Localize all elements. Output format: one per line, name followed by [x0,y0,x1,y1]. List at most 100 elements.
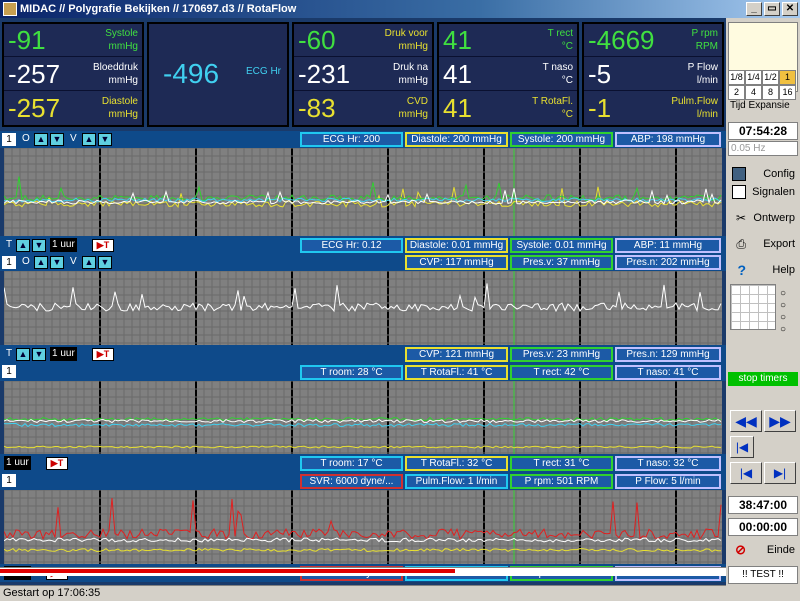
zoom-1[interactable]: 1 [779,70,796,85]
graph-2[interactable] [4,271,722,345]
pres-n-min-tag[interactable]: Pres.n: 129 mmHg [615,347,721,362]
scale-down-button[interactable]: ▼ [98,133,112,146]
forward-button[interactable]: ▶▶ [764,410,796,432]
offset-down-button[interactable]: ▼ [50,133,64,146]
ecg-hr-min-tag[interactable]: ECG Hr: 0.12 [300,238,403,253]
channel-3-header: 1 T room: 28 °C T RotaFl.: 41 °C T rect:… [0,363,726,381]
zoom-4[interactable]: 4 [745,85,762,100]
channel-number: 1 [2,474,16,487]
playback-progress[interactable] [0,567,726,576]
test-indicator: !! TEST !! [728,566,798,584]
time-down-button[interactable]: ▼ [32,348,46,361]
time-reset-icon[interactable]: ▶T [92,348,114,361]
diastole-max-tag[interactable]: Diastole: 200 mmHg [405,132,508,147]
channel-2-controls: T ▲ ▼ 1 uur ▶T CVP: 121 mmHg Pres.v: 23 … [0,345,726,363]
channel-2-header: 1 O ▲ ▼ V ▲ ▼ CVP: 117 mmHg Pres.v: 37 m… [0,254,726,271]
zoom-1-2[interactable]: 1/2 [762,70,779,85]
t-naso-max-tag[interactable]: T naso: 41 °C [615,365,721,380]
offset-down-button[interactable]: ▼ [50,256,64,269]
p-rpm-max-tag[interactable]: P rpm: 501 RPM [510,474,613,489]
layout-grid[interactable] [730,284,776,330]
pulm-flow-max-tag[interactable]: Pulm.Flow: 1 l/min [405,474,508,489]
bloeddruk-label: Bloeddruk mmHg [92,62,138,86]
abp-max-tag[interactable]: ABP: 198 mmHg [615,132,721,147]
ontwerp-button[interactable]: ✂ Ontwerp [728,208,798,228]
close-button[interactable]: ✕ [782,2,798,16]
t-rotafl-min-tag[interactable]: T RotaFl.: 32 °C [405,456,508,471]
systole-label: Systole mmHg [105,28,138,52]
t-room-max-tag[interactable]: T room: 28 °C [300,365,403,380]
layout-radio-group[interactable]: ○ ○ ○ ○ [780,288,786,336]
time-down-button[interactable]: ▼ [32,239,46,252]
cvd-label: CVD mmHg [398,96,428,120]
signalen-button[interactable]: Signalen [728,182,798,202]
scale-up-button[interactable]: ▲ [82,133,96,146]
time-up-button[interactable]: ▲ [16,239,30,252]
cvp-min-tag[interactable]: CVP: 121 mmHg [405,347,508,362]
pres-v-max-tag[interactable]: Pres.v: 37 mmHg [510,255,613,270]
scale-down-button[interactable]: ▼ [98,256,112,269]
cvp-trace [4,283,722,313]
time-reset-icon[interactable]: ▶T [92,239,114,252]
ecg-panel: -496 ECG Hr [147,22,289,127]
monitor-icon [732,167,746,181]
zoom-2[interactable]: 2 [728,85,745,100]
printer-icon: ⎙ [736,237,746,251]
zoom-8[interactable]: 8 [762,85,779,100]
graph-3[interactable] [4,381,722,454]
offset-up-button[interactable]: ▲ [34,256,48,269]
druk-na-label: Druk na mmHg [392,62,428,86]
time-expansion-label: Tijd Expansie [730,100,790,111]
channel-3-controls: 1 uur ▶T T room: 17 °C T RotaFl.: 32 °C … [0,454,726,472]
diastole-min-tag[interactable]: Diastole: 0.01 mmHg [405,238,508,253]
offset-up-button[interactable]: ▲ [34,133,48,146]
to-start-button[interactable]: |◀ [730,436,754,458]
zoom-16[interactable]: 16 [779,85,796,100]
t-rotafl-label: T RotaFl. °C [532,96,573,120]
main-area: -91 Systole mmHg -257 Bloeddruk mmHg -257 … [0,18,726,585]
rewind-button[interactable]: ◀◀ [730,410,762,432]
svr-trace [4,498,722,541]
export-button[interactable]: ⎙ Export [728,234,798,254]
cvp-max-tag[interactable]: CVP: 117 mmHg [405,255,508,270]
systole-max-tag[interactable]: Systole: 200 mmHg [510,132,613,147]
diastole-row: -257 Diastole mmHg [4,92,142,125]
scale-up-button[interactable]: ▲ [82,256,96,269]
first-button[interactable]: |◀ [730,462,762,484]
time-up-button[interactable]: ▲ [16,348,30,361]
p-flow-max-tag[interactable]: P Flow: 5 l/min [615,474,721,489]
last-button[interactable]: ▶| [764,462,796,484]
t-rect-min-tag[interactable]: T rect: 31 °C [510,456,613,471]
graph-4[interactable] [4,490,722,564]
t-rotafl-max-tag[interactable]: T RotaFl.: 41 °C [405,365,508,380]
t-naso-min-tag[interactable]: T naso: 32 °C [615,456,721,471]
channel-1-footer [0,218,726,235]
start-time-status: Gestart op 17:06:35 [3,587,101,599]
help-button[interactable]: ? Help [728,260,798,280]
svr-max-tag[interactable]: SVR: 6000 dyne/... [300,474,403,489]
duration-display: 1 uur [50,347,77,361]
maximize-button[interactable]: ▭ [764,2,780,16]
stop-timers-button[interactable]: stop timers [728,372,798,386]
ecg-hr-max-tag[interactable]: ECG Hr: 200 [300,132,403,147]
frequency-field[interactable]: 0.05 Hz [728,141,798,156]
scale-label: V [70,256,77,267]
window-title: MIDAC // Polygrafie Bekijken // 170697.d… [20,3,297,15]
t-room-min-tag[interactable]: T room: 17 °C [300,456,403,471]
channel-1-controls: T ▲ ▼ 1 uur ▶T ECG Hr: 0.12 Diastole: 0.… [0,236,726,254]
systole-value: -91 [8,25,46,55]
zoom-1-8[interactable]: 1/8 [728,70,745,85]
pres-v-min-tag[interactable]: Pres.v: 23 mmHg [510,347,613,362]
config-button[interactable]: Config [728,164,798,184]
time-reset-icon[interactable]: ▶T [46,457,68,470]
pres-n-max-tag[interactable]: Pres.n: 202 mmHg [615,255,721,270]
einde-button[interactable]: ⊘ Einde [728,540,798,560]
systole-min-tag[interactable]: Systole: 0.01 mmHg [510,238,613,253]
p-flow-label: P Flow l/min [687,62,718,86]
abp-min-tag[interactable]: ABP: 11 mmHg [615,238,721,253]
bloeddruk-value: -257 [8,59,61,89]
zoom-1-4[interactable]: 1/4 [745,70,762,85]
t-rect-max-tag[interactable]: T rect: 42 °C [510,365,613,380]
t-naso-row: 41 T naso °C [439,58,577,91]
minimize-button[interactable]: _ [746,2,762,16]
